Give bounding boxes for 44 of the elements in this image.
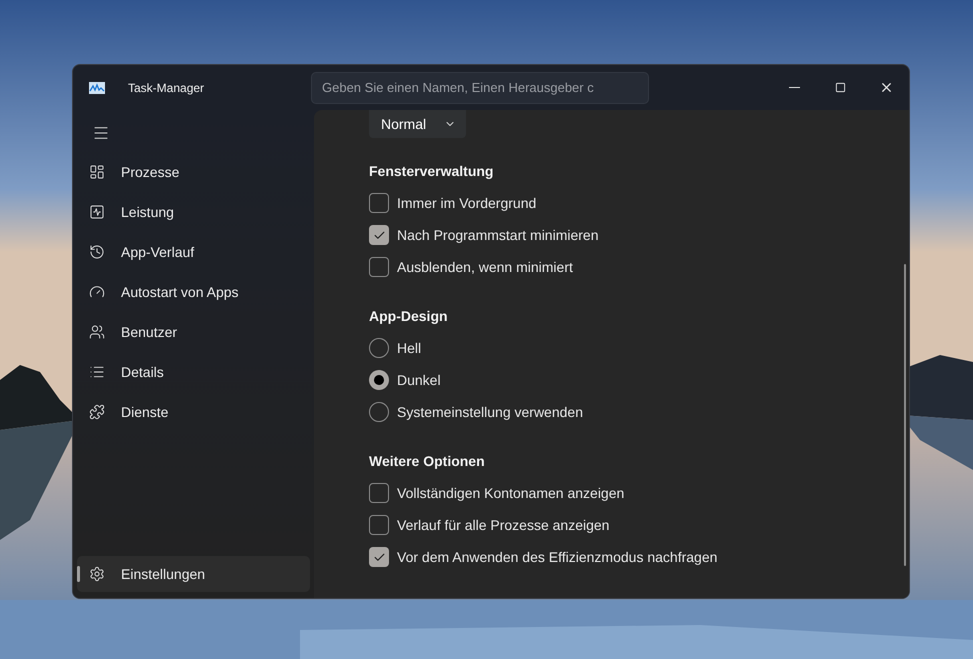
radio-button[interactable]: [369, 402, 389, 422]
maximize-icon: [834, 82, 846, 93]
minimize-icon: [788, 87, 800, 88]
users-icon: [89, 324, 105, 340]
history-icon: [89, 244, 105, 260]
nav-item[interactable]: Details: [77, 354, 310, 390]
checkbox[interactable]: [369, 225, 389, 245]
radio-button[interactable]: [369, 338, 389, 358]
checkbox[interactable]: [369, 547, 389, 567]
option-label: Vollständigen Kontonamen anzeigen: [397, 484, 624, 503]
puzzle-icon: [89, 404, 105, 420]
grid-icon: [89, 164, 105, 180]
checkbox[interactable]: [369, 193, 389, 213]
checkbox[interactable]: [369, 483, 389, 503]
option-label: Nach Programmstart minimieren: [397, 226, 598, 245]
nav-item[interactable]: Leistung: [77, 194, 310, 230]
gauge-icon: [89, 284, 105, 300]
check-icon: [372, 228, 386, 242]
section-heading: Weitere Optionen: [369, 452, 486, 471]
settings-icon: [89, 566, 105, 582]
checkbox[interactable]: [369, 257, 389, 277]
dropdown[interactable]: Normal: [369, 110, 466, 138]
option-label: Ausblenden, wenn minimiert: [397, 258, 573, 276]
option-label: Vor dem Anwenden des Effizienzmodus nachfragen: [397, 548, 718, 567]
nav-item[interactable]: Dienste: [77, 394, 310, 430]
option-label: Dunkel: [397, 370, 441, 390]
option-label: Hell: [397, 338, 422, 358]
search-field[interactable]: Geben Sie einen Namen, Einen Herausgeber c: [311, 72, 649, 104]
pulse-icon: [89, 204, 105, 220]
nav-item[interactable]: Prozesse: [77, 154, 310, 190]
nav-item[interactable]: Benutzer: [77, 314, 310, 350]
nav-item[interactable]: Autostart von Apps: [77, 274, 310, 310]
check-icon: [372, 550, 386, 564]
radio-button[interactable]: [369, 370, 389, 390]
window-title: Task-Manager: [128, 80, 206, 96]
option-label: Verlauf für alle Prozesse anzeigen: [397, 516, 610, 535]
option-label: Immer im Vordergrund: [397, 194, 536, 213]
nav-item[interactable]: App-Verlauf: [77, 234, 310, 270]
section-heading: App-Design: [369, 307, 449, 326]
option-label: Systemeinstellung verwenden: [397, 402, 583, 422]
nav-item[interactable]: Einstellungen: [77, 556, 310, 592]
section-heading: Fensterverwaltung: [369, 162, 494, 181]
checkbox[interactable]: [369, 515, 389, 535]
chart-icon: [89, 82, 105, 94]
